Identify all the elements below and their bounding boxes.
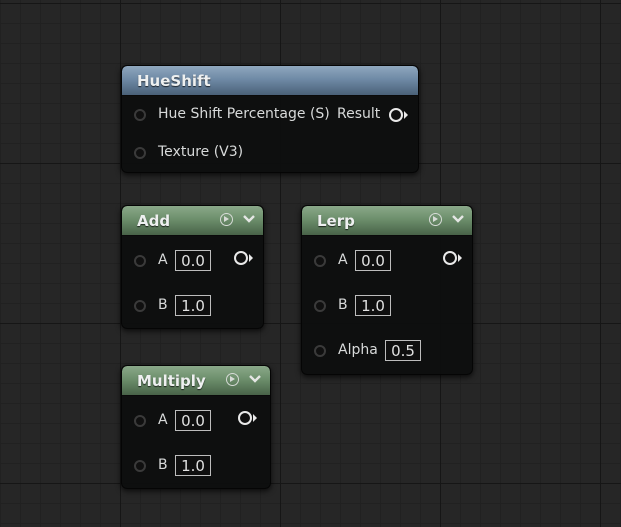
input-label-b: B (158, 297, 168, 313)
input-pin-b[interactable] (134, 460, 146, 472)
output-label-result: Result (337, 106, 381, 122)
input-pin-texture[interactable] (134, 147, 146, 159)
node-title-lerp: Lerp (317, 212, 355, 230)
node-title-hueshift: HueShift (137, 72, 211, 90)
node-lerp[interactable]: Lerp A 0.0 B 1.0 Alpha 0.5 (301, 205, 473, 375)
value-input-a[interactable]: 0.0 (175, 410, 211, 431)
node-header-multiply[interactable]: Multiply (122, 366, 270, 396)
chevron-down-icon[interactable] (451, 213, 465, 225)
input-label-a: A (338, 252, 348, 268)
input-label-alpha: Alpha (338, 342, 378, 358)
input-label-b: B (338, 297, 348, 313)
input-pin-b[interactable] (134, 300, 146, 312)
value-input-alpha[interactable]: 0.5 (385, 340, 421, 361)
value-input-a[interactable]: 0.0 (355, 250, 391, 271)
node-header-hueshift[interactable]: HueShift (122, 66, 418, 96)
chevron-down-icon[interactable] (248, 373, 262, 385)
material-graph-canvas[interactable]: HueShift Hue Shift Percentage (S) Result… (0, 0, 621, 527)
output-pin[interactable] (443, 251, 462, 265)
input-pin-a[interactable] (134, 255, 146, 267)
input-pin-b[interactable] (314, 300, 326, 312)
input-pin-alpha[interactable] (314, 345, 326, 357)
value-input-a[interactable]: 0.0 (175, 250, 211, 271)
value-input-b[interactable]: 1.0 (175, 455, 211, 476)
input-label-a: A (158, 412, 168, 428)
node-header-add[interactable]: Add (122, 206, 263, 236)
output-pin[interactable] (238, 411, 257, 425)
input-label-texture: Texture (V3) (158, 144, 244, 160)
input-pin-a[interactable] (134, 415, 146, 427)
node-multiply[interactable]: Multiply A 0.0 B 1.0 (121, 365, 271, 489)
play-circle-icon[interactable] (429, 213, 442, 226)
node-header-lerp[interactable]: Lerp (302, 206, 472, 236)
output-pin-result[interactable] (389, 108, 408, 122)
input-label-a: A (158, 252, 168, 268)
node-add[interactable]: Add A 0.0 B 1.0 (121, 205, 264, 329)
input-pin-hue-shift-percentage[interactable] (134, 109, 146, 121)
node-title-multiply: Multiply (137, 372, 206, 390)
node-title-add: Add (137, 212, 171, 230)
play-circle-icon[interactable] (226, 373, 239, 386)
value-input-b[interactable]: 1.0 (355, 295, 391, 316)
input-label-b: B (158, 457, 168, 473)
output-pin[interactable] (234, 251, 253, 265)
play-circle-icon[interactable] (220, 213, 233, 226)
node-hueshift[interactable]: HueShift Hue Shift Percentage (S) Result… (121, 65, 419, 173)
input-pin-a[interactable] (314, 255, 326, 267)
value-input-b[interactable]: 1.0 (175, 295, 211, 316)
chevron-down-icon[interactable] (242, 213, 256, 225)
input-label-hue-shift-percentage: Hue Shift Percentage (S) (158, 106, 330, 122)
